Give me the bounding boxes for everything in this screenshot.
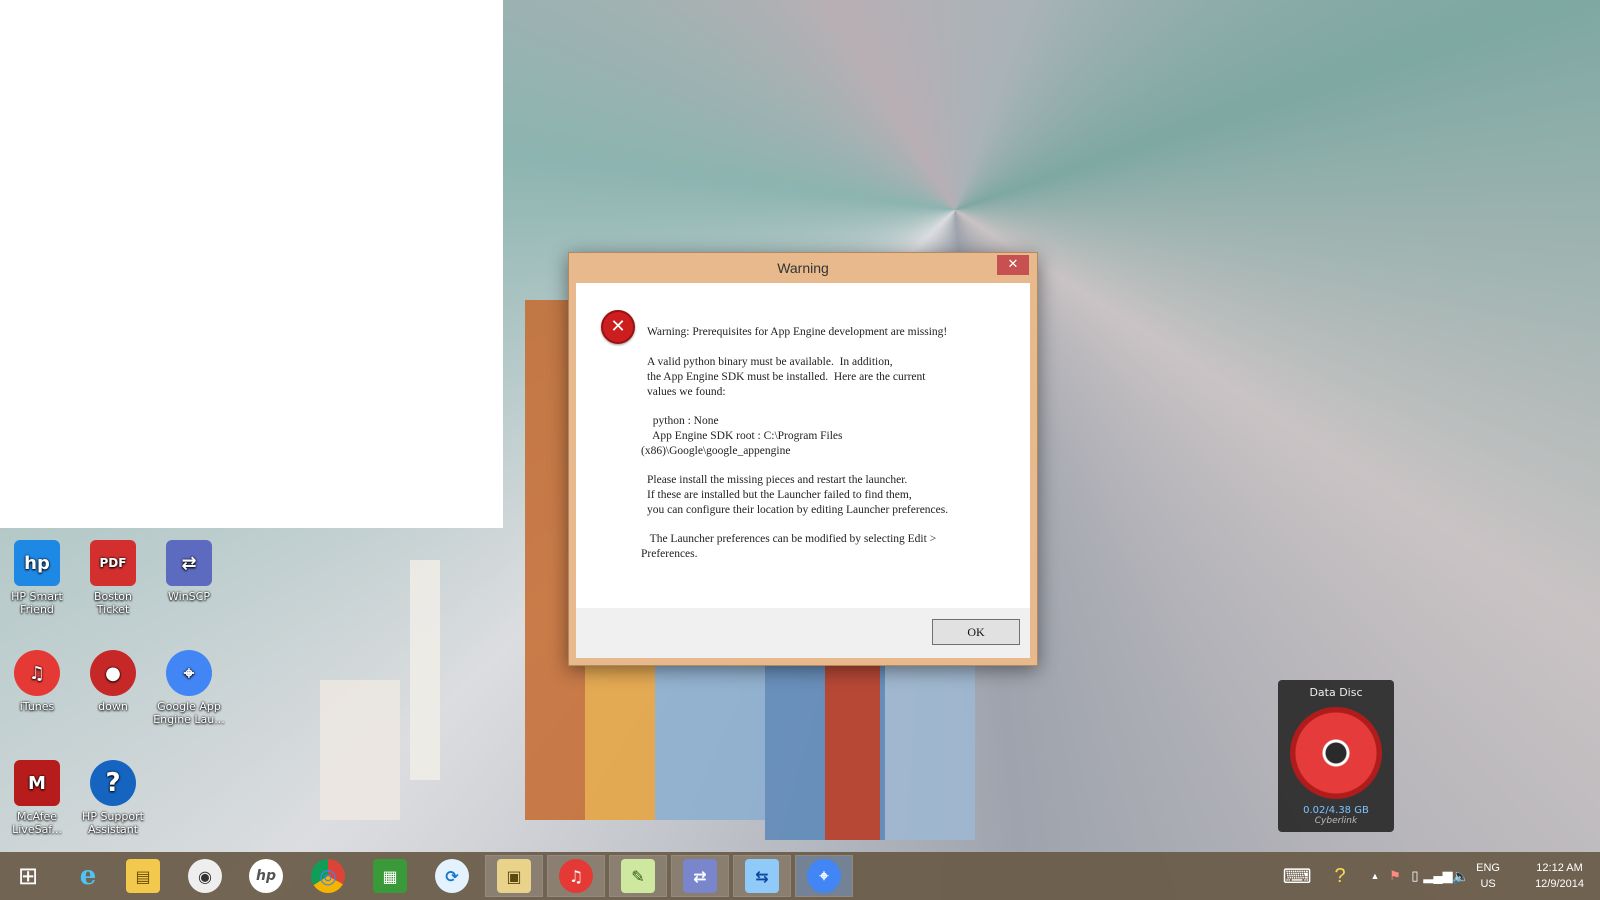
icon-label: down [98,700,128,713]
region-code: US [1480,878,1496,890]
ok-button[interactable]: OK [932,619,1020,645]
itunes-icon: ♫ [14,650,60,696]
folders-icon: ▣ [497,859,531,893]
action-center-icon[interactable]: ⚑ [1386,852,1404,900]
taskbar-store[interactable]: ▦ [362,856,418,896]
warning-heading: Warning: Prerequisites for App Engine de… [647,326,948,338]
icon-label: McAfee LiveSaf... [12,810,62,836]
app-engine-icon: ⌖ [166,650,212,696]
taskbar-app-engine[interactable]: ⌖ [795,855,853,897]
mcafee-icon: M [14,760,60,806]
desktop-icon-hp-smart-friend[interactable]: hp HP Smart Friend [0,540,74,616]
gadget-brand: Cyberlink [1314,816,1358,826]
wallpaper-panel [320,680,400,820]
message-paragraph-3: The Launcher preferences can be modified… [647,533,937,545]
taskbar-folders[interactable]: ▣ [485,855,543,897]
sync-icon: ⟳ [435,859,469,893]
taskbar-sync[interactable]: ⟳ [424,856,480,896]
sdk-root-value-cont: (x86)\Google\google_appengine [641,445,791,457]
data-disc-gadget[interactable]: Data Disc 0.02/4.38 GB Cyberlink [1278,680,1394,832]
icon-label: HP Smart Friend [11,590,63,616]
disc-usage: 0.02/4.38 GB [1303,805,1369,816]
message-paragraph-1: A valid python binary must be available.… [647,356,926,398]
error-icon: ✕ [601,310,635,344]
dialog-title: Warning [777,260,829,276]
windows-logo-icon: ⊞ [17,862,39,890]
gadget-title: Data Disc [1309,686,1363,699]
battery-icon[interactable]: ▯ [1406,852,1424,900]
hp-support-tray-icon[interactable]: ? [1322,852,1358,900]
pdf-icon: PDF [90,540,136,586]
taskbar-network[interactable]: ⇆ [733,855,791,897]
app-icon: ◉ [188,859,222,893]
hp-smart-friend-icon: hp [14,540,60,586]
icon-label: Google App Engine Lau... [153,700,225,726]
close-button[interactable]: ✕ [997,255,1029,275]
keyboard-icon[interactable]: ⌨ [1282,852,1312,900]
python-value: python : None [647,415,719,427]
app-engine-icon: ⌖ [807,859,841,893]
network-icon: ⇆ [745,859,779,893]
input-language[interactable]: ENG US [1476,860,1500,892]
chrome-icon: ◎ [311,859,345,893]
network-signal-icon[interactable]: ▂▄▆ [1423,852,1452,900]
desktop-icon-boston-ticket[interactable]: PDF Boston Ticket [76,540,150,616]
taskbar-chrome[interactable]: ◎ [300,856,356,896]
red-disc-icon: ● [90,650,136,696]
message-paragraph-3-cont: Preferences. [641,548,698,560]
taskbar-file-explorer[interactable]: ▤ [115,856,171,896]
wallpaper-panel [885,640,975,840]
winscp-icon: ⇄ [683,859,717,893]
taskbar: ⊞ e ▤ ◉ hp ◎ ▦ ⟳ ▣ ♫ ✎ ⇄ ⇆ ⌖ ⌨ ? ▲ ⚑ ▯ ▂… [0,852,1600,900]
blank-window-region [0,0,503,528]
folder-icon: ▤ [126,859,160,893]
wallpaper-panel [825,660,880,840]
itunes-icon: ♫ [559,859,593,893]
wallpaper-panel [410,560,440,780]
warning-dialog: Warning ✕ ✕ Warning: Prerequisites for A… [568,252,1038,666]
taskbar-app[interactable]: ◉ [177,856,233,896]
taskbar-hp[interactable]: hp [238,856,294,896]
icon-label: HP Support Assistant [82,810,144,836]
icon-label: iTunes [19,700,55,713]
taskbar-itunes[interactable]: ♫ [547,855,605,897]
wallpaper-panel [655,640,765,820]
dialog-body: ✕ Warning: Prerequisites for App Engine … [576,283,1030,608]
icon-label: Boston Ticket [93,590,133,616]
desktop-icon-app-engine[interactable]: ⌖ Google App Engine Lau... [152,650,226,726]
desktop-icon-itunes[interactable]: ♫ iTunes [0,650,74,713]
start-button[interactable]: ⊞ [0,856,56,896]
desktop-icon-hp-support[interactable]: ? HP Support Assistant [76,760,150,836]
sdk-root-value: App Engine SDK root : C:\Program Files [647,430,843,442]
taskbar-internet-explorer[interactable]: e [60,856,116,896]
hp-icon: hp [249,859,283,893]
winscp-icon: ⇄ [166,540,212,586]
message-paragraph-2: Please install the missing pieces and re… [647,474,949,516]
language-code: ENG [1476,862,1500,874]
dialog-footer: OK [576,608,1030,658]
internet-explorer-icon: e [79,861,97,891]
close-icon: ✕ [1007,257,1019,272]
taskbar-notepad[interactable]: ✎ [609,855,667,897]
disc-icon[interactable] [1290,707,1382,799]
store-icon: ▦ [373,859,407,893]
clock[interactable]: 12:12 AM 12/9/2014 [1535,860,1584,892]
volume-icon[interactable]: 🔈 [1452,852,1470,900]
notepad-icon: ✎ [621,859,655,893]
clock-time: 12:12 AM [1536,862,1583,874]
clock-date: 12/9/2014 [1535,878,1584,890]
desktop-icon-mcafee[interactable]: M McAfee LiveSaf... [0,760,74,836]
desktop-icon-down[interactable]: ● down [76,650,150,713]
desktop-icon-winscp[interactable]: ⇄ WinSCP [152,540,226,603]
hp-support-icon: ? [90,760,136,806]
taskbar-winscp[interactable]: ⇄ [671,855,729,897]
show-hidden-icons-icon[interactable]: ▲ [1368,852,1382,900]
icon-label: WinSCP [168,590,210,603]
